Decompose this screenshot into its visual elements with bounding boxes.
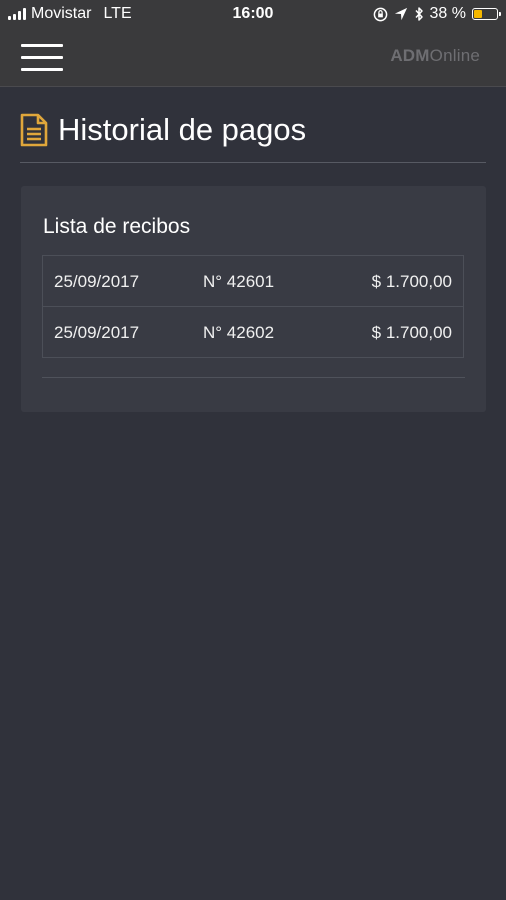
receipts-card-title: Lista de recibos: [43, 215, 191, 238]
receipt-number: N° 42601: [203, 272, 275, 291]
battery-fill: [474, 10, 482, 18]
status-right: 38 %: [373, 5, 501, 23]
title-divider: [20, 162, 486, 163]
receipt-date: 25/09/2017: [54, 272, 140, 291]
hamburger-menu-icon[interactable]: [21, 44, 63, 72]
receipt-date: 25/09/2017: [54, 323, 140, 342]
table-row[interactable]: 25/09/2017 N° 42601 $ 1.700,00: [43, 256, 463, 306]
brand-bold: ADM: [390, 46, 430, 65]
battery-percent: 38 %: [429, 5, 466, 22]
card-divider: [42, 377, 465, 378]
receipt-number: N° 42602: [203, 323, 275, 342]
receipt-amount: $ 1.700,00: [371, 323, 452, 342]
status-bar: Movistar LTE 16:00 38 %: [0, 0, 506, 30]
receipts-table: 25/09/2017 N° 42601 $ 1.700,00 25/09/201…: [42, 255, 464, 358]
battery-cap: [499, 12, 501, 16]
battery-icon: [472, 8, 501, 20]
document-icon: [20, 113, 48, 147]
table-row[interactable]: 25/09/2017 N° 42602 $ 1.700,00: [43, 306, 463, 357]
page-title: Historial de pagos: [58, 112, 307, 147]
brand-light: Online: [429, 46, 480, 65]
app-header: ADMOnline: [0, 30, 506, 87]
page-title-row: Historial de pagos: [20, 112, 306, 148]
receipts-card: Lista de recibos 25/09/2017 N° 42601 $ 1…: [21, 186, 486, 412]
orientation-lock-icon: [373, 7, 387, 21]
receipt-amount: $ 1.700,00: [371, 272, 452, 291]
location-arrow-icon: [394, 7, 407, 21]
brand-logo: ADMOnline: [390, 46, 480, 66]
bluetooth-icon: [414, 7, 423, 21]
